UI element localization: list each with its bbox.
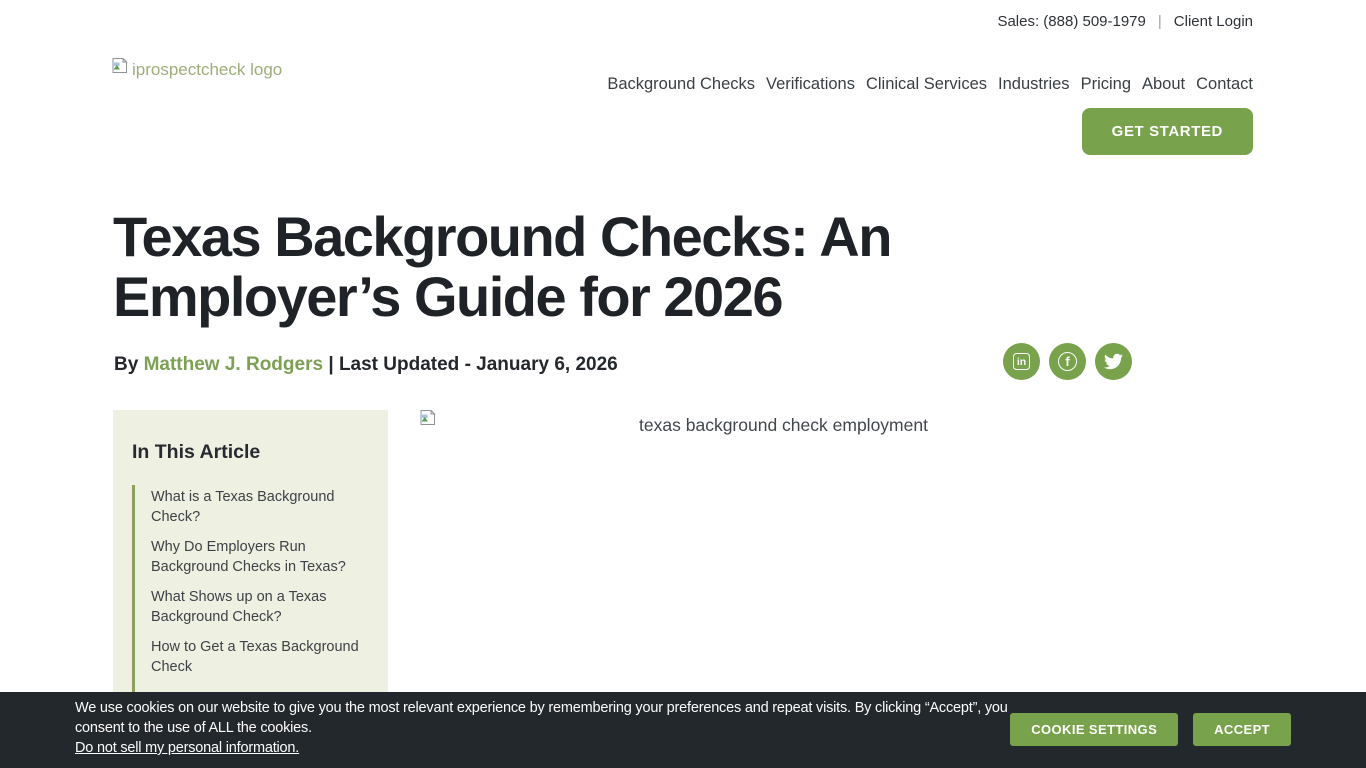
page: Sales: (888) 509-1979 | Client Login ipr… [0,0,1366,768]
toc-item-what-is[interactable]: What is a Texas Background Check? [151,487,362,527]
topbar: Sales: (888) 509-1979 | Client Login [997,13,1253,30]
toc-item-how-to-get[interactable]: How to Get a Texas Background Check [151,637,362,677]
nav-pricing[interactable]: Pricing [1081,75,1131,94]
hero-image-alt-text: texas background check employment [420,415,1147,436]
toc-item-what-shows[interactable]: What Shows up on a Texas Background Chec… [151,587,362,627]
page-title-line2: Employer’s Guide for 2026 [113,267,891,327]
twitter-share-button[interactable] [1095,343,1132,380]
broken-image-icon [420,410,438,431]
linkedin-share-button[interactable]: in [1003,343,1040,380]
nav-industries[interactable]: Industries [998,75,1070,94]
client-login-link[interactable]: Client Login [1174,13,1253,30]
page-title-line1: Texas Background Checks: An [113,207,891,267]
facebook-icon: f [1058,352,1077,371]
main-nav: Background Checks Verifications Clinical… [607,75,1253,94]
social-share: in f [1003,343,1132,380]
nav-about[interactable]: About [1142,75,1185,94]
toc-list: What is a Texas Background Check? Why Do… [132,485,388,701]
do-not-sell-link[interactable]: Do not sell my personal information. [75,740,299,756]
toc-item-why-run[interactable]: Why Do Employers Run Background Checks i… [151,537,362,577]
page-title: Texas Background Checks: An Employer’s G… [113,207,891,327]
nav-clinical-services[interactable]: Clinical Services [866,75,987,94]
broken-image-icon [112,58,130,79]
logo-alt-text: iprospectcheck logo [132,60,282,80]
facebook-share-button[interactable]: f [1049,343,1086,380]
twitter-icon [1104,352,1123,371]
cookie-banner: We use cookies on our website to give yo… [0,692,1366,768]
linkedin-icon: in [1013,353,1030,370]
cookie-settings-button[interactable]: COOKIE SETTINGS [1010,713,1178,746]
logo[interactable]: iprospectcheck logo [112,58,282,80]
sales-phone: Sales: (888) 509-1979 [997,13,1145,30]
get-started-button[interactable]: GET STARTED [1082,108,1253,155]
accept-button[interactable]: ACCEPT [1193,713,1291,746]
byline: By Matthew J. Rodgers | Last Updated - J… [114,354,618,376]
author-link[interactable]: Matthew J. Rodgers [144,354,323,375]
toc-heading: In This Article [132,441,388,464]
nav-verifications[interactable]: Verifications [766,75,855,94]
hero-image: texas background check employment [420,407,1147,436]
topbar-separator: | [1158,13,1162,30]
byline-prefix: By [114,354,138,375]
nav-background-checks[interactable]: Background Checks [607,75,755,94]
cookie-message: We use cookies on our website to give yo… [75,699,1015,738]
cookie-buttons: COOKIE SETTINGS ACCEPT [1010,713,1291,746]
byline-meta: | Last Updated - January 6, 2026 [328,354,617,375]
nav-contact[interactable]: Contact [1196,75,1253,94]
